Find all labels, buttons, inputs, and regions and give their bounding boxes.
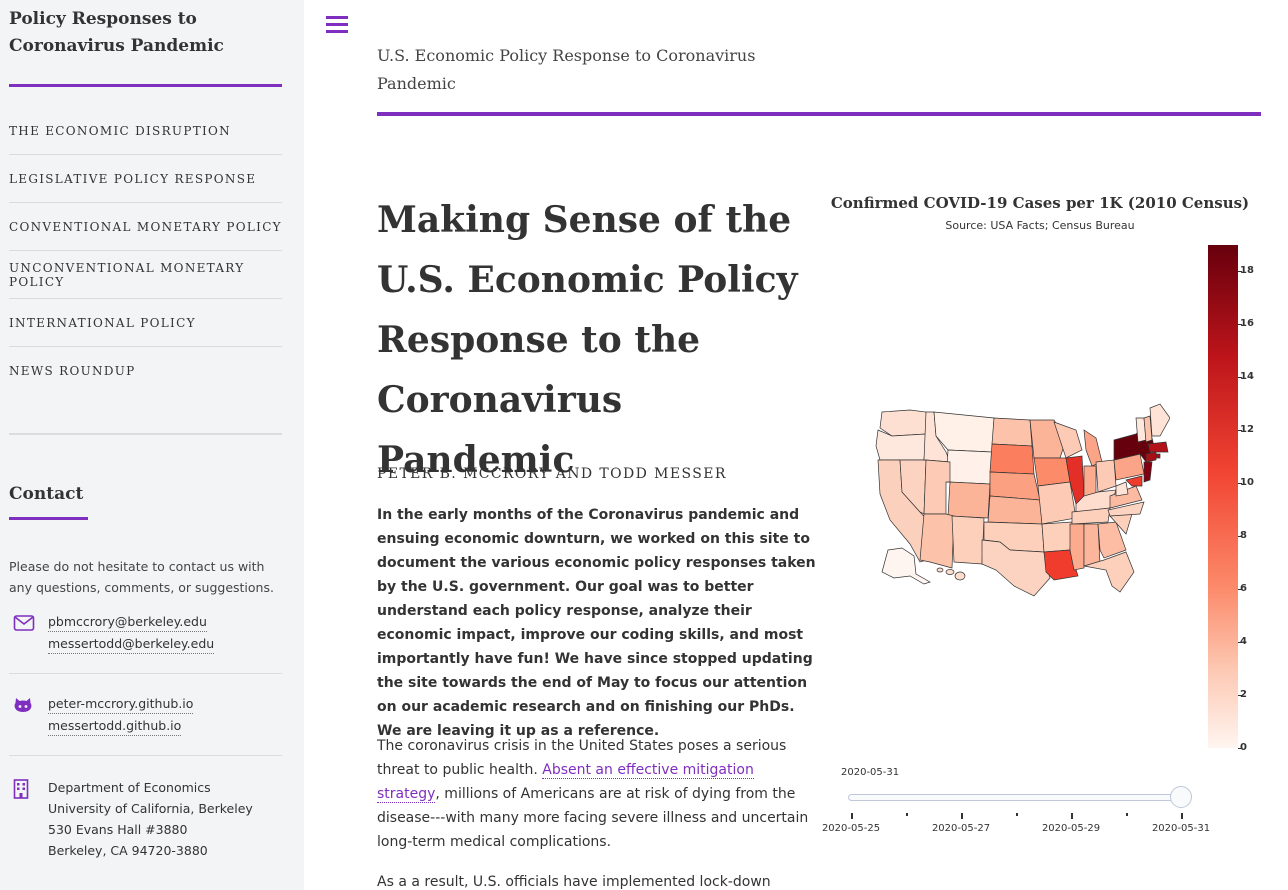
- nav-item-unconventional-monetary[interactable]: UNCONVENTIONAL MONETARY POLICY: [9, 251, 282, 299]
- slider-current-label: 2020-05-31: [841, 767, 900, 778]
- state-me: [1149, 403, 1171, 437]
- chart-title: Confirmed COVID-19 Cases per 1K (2010 Ce…: [830, 194, 1250, 212]
- state-ks: [987, 495, 1043, 525]
- colorbar-tick-label: 18: [1240, 265, 1254, 277]
- state-ne: [989, 471, 1041, 501]
- state-co: [947, 481, 991, 519]
- site-title[interactable]: Policy Responses to Coronavirus Pandemic: [9, 6, 279, 60]
- article-lead: In the early months of the Coronavirus p…: [377, 507, 816, 739]
- article-paragraph: The coronavirus crisis in the United Sta…: [377, 734, 817, 854]
- page-header: U.S. Economic Policy Response to Coronav…: [377, 46, 756, 93]
- state-nj: [1143, 461, 1153, 483]
- colorbar-tick-label: 4: [1240, 636, 1247, 648]
- slider-minor-tick: [906, 813, 908, 816]
- contact-intro: Please do not hesitate to contact us wit…: [9, 559, 274, 595]
- state-mo: [1037, 481, 1077, 525]
- state-wv: [1115, 481, 1129, 497]
- state-hi: [936, 567, 966, 581]
- header-divider: [377, 112, 1261, 116]
- colorbar-tick-label: 0: [1240, 742, 1247, 753]
- title-divider: [9, 84, 282, 87]
- colorbar: [1208, 245, 1238, 748]
- slider-date-label[interactable]: 2020-05-29: [1036, 823, 1106, 834]
- state-mt: [933, 411, 995, 453]
- envelope-icon: [13, 614, 35, 634]
- state-in: [1083, 465, 1097, 497]
- colorbar-tick-label: 14: [1240, 371, 1254, 383]
- nav-divider: [9, 433, 282, 435]
- building-icon: [13, 779, 33, 799]
- state-ia: [1033, 457, 1071, 487]
- state-sd: [989, 443, 1035, 475]
- address-line: Berkeley, CA 94720-3880: [48, 843, 208, 858]
- state-wa: [879, 409, 927, 437]
- slider-date-label[interactable]: 2020-05-27: [926, 823, 996, 834]
- address-line: University of California, Berkeley: [48, 801, 253, 816]
- nav-item-conventional-monetary[interactable]: CONVENTIONAL MONETARY POLICY: [9, 203, 282, 251]
- sidebar-nav: THE ECONOMIC DISRUPTION LEGISLATIVE POLI…: [9, 107, 282, 395]
- date-slider-rail[interactable]: [848, 794, 1188, 801]
- chart-subtitle: Source: USA Facts; Census Bureau: [945, 219, 1135, 232]
- slider-major-tick: [1071, 813, 1073, 819]
- hamburger-icon[interactable]: [326, 14, 348, 34]
- slider-major-tick: [961, 813, 963, 819]
- address-line: 530 Evans Hall #3880: [48, 822, 188, 837]
- article-title: Making Sense of the U.S. Economic Policy…: [377, 199, 798, 481]
- nav-item-economic-disruption[interactable]: THE ECONOMIC DISRUPTION: [9, 107, 282, 155]
- state-wy: [945, 449, 993, 485]
- state-ar: [1041, 521, 1073, 553]
- nav-item-international-policy[interactable]: INTERNATIONAL POLICY: [9, 299, 282, 347]
- colorbar-tick-label: 6: [1240, 583, 1247, 595]
- state-ma: [1147, 441, 1169, 453]
- slider-minor-tick: [1016, 813, 1018, 816]
- email-link-mccrory[interactable]: pbmccrory@berkeley.edu: [48, 612, 207, 632]
- colorbar-tick-label: 2: [1240, 689, 1247, 701]
- nav-item-news-roundup[interactable]: NEWS ROUNDUP: [9, 347, 282, 395]
- state-al: [1083, 523, 1101, 567]
- state-ut: [923, 459, 951, 515]
- state-nm: [951, 515, 985, 565]
- slider-date-label[interactable]: 2020-05-25: [816, 823, 886, 834]
- article-paragraph: As a a result, U.S. officials have imple…: [377, 874, 771, 890]
- colorbar-tick-label: 12: [1240, 424, 1254, 436]
- colorbar-tick-label: 8: [1240, 530, 1247, 542]
- contact-divider: [9, 755, 282, 756]
- state-az: [919, 513, 955, 569]
- state-oh: [1095, 459, 1117, 493]
- slider-major-tick: [1181, 813, 1183, 819]
- site-link-messer[interactable]: messertodd.github.io: [48, 716, 182, 736]
- slider-minor-tick: [1126, 813, 1128, 816]
- colorbar-tick-label: 10: [1240, 477, 1254, 489]
- slider-date-label[interactable]: 2020-05-31: [1146, 823, 1216, 834]
- sidebar: Policy Responses to Coronavirus Pandemic…: [0, 0, 304, 890]
- nav-item-legislative-policy[interactable]: LEGISLATIVE POLICY RESPONSE: [9, 155, 282, 203]
- date-slider-handle[interactable]: [1170, 786, 1192, 808]
- state-ct: [1145, 451, 1157, 463]
- us-choropleth-map[interactable]: [870, 400, 1171, 600]
- state-ri: [1155, 453, 1161, 459]
- state-nd: [991, 417, 1033, 447]
- colorbar-tick-label: 16: [1240, 318, 1254, 330]
- paragraph-text: , millions of Americans are at risk of d…: [377, 786, 809, 850]
- github-icon: [13, 696, 33, 716]
- contact-heading: Contact: [9, 484, 84, 504]
- contact-underline: [9, 517, 88, 520]
- contact-divider: [9, 673, 282, 674]
- address-line: Department of Economics: [48, 780, 211, 795]
- email-link-messer[interactable]: messertodd@berkeley.edu: [48, 634, 215, 654]
- slider-major-tick: [851, 813, 853, 819]
- address-block: Department of Economics University of Ca…: [48, 777, 253, 861]
- article-authors: PETER B. MCCRORY AND TODD MESSER: [377, 466, 727, 482]
- state-mi: [1083, 429, 1103, 467]
- site-link-mccrory[interactable]: peter-mccrory.github.io: [48, 694, 194, 714]
